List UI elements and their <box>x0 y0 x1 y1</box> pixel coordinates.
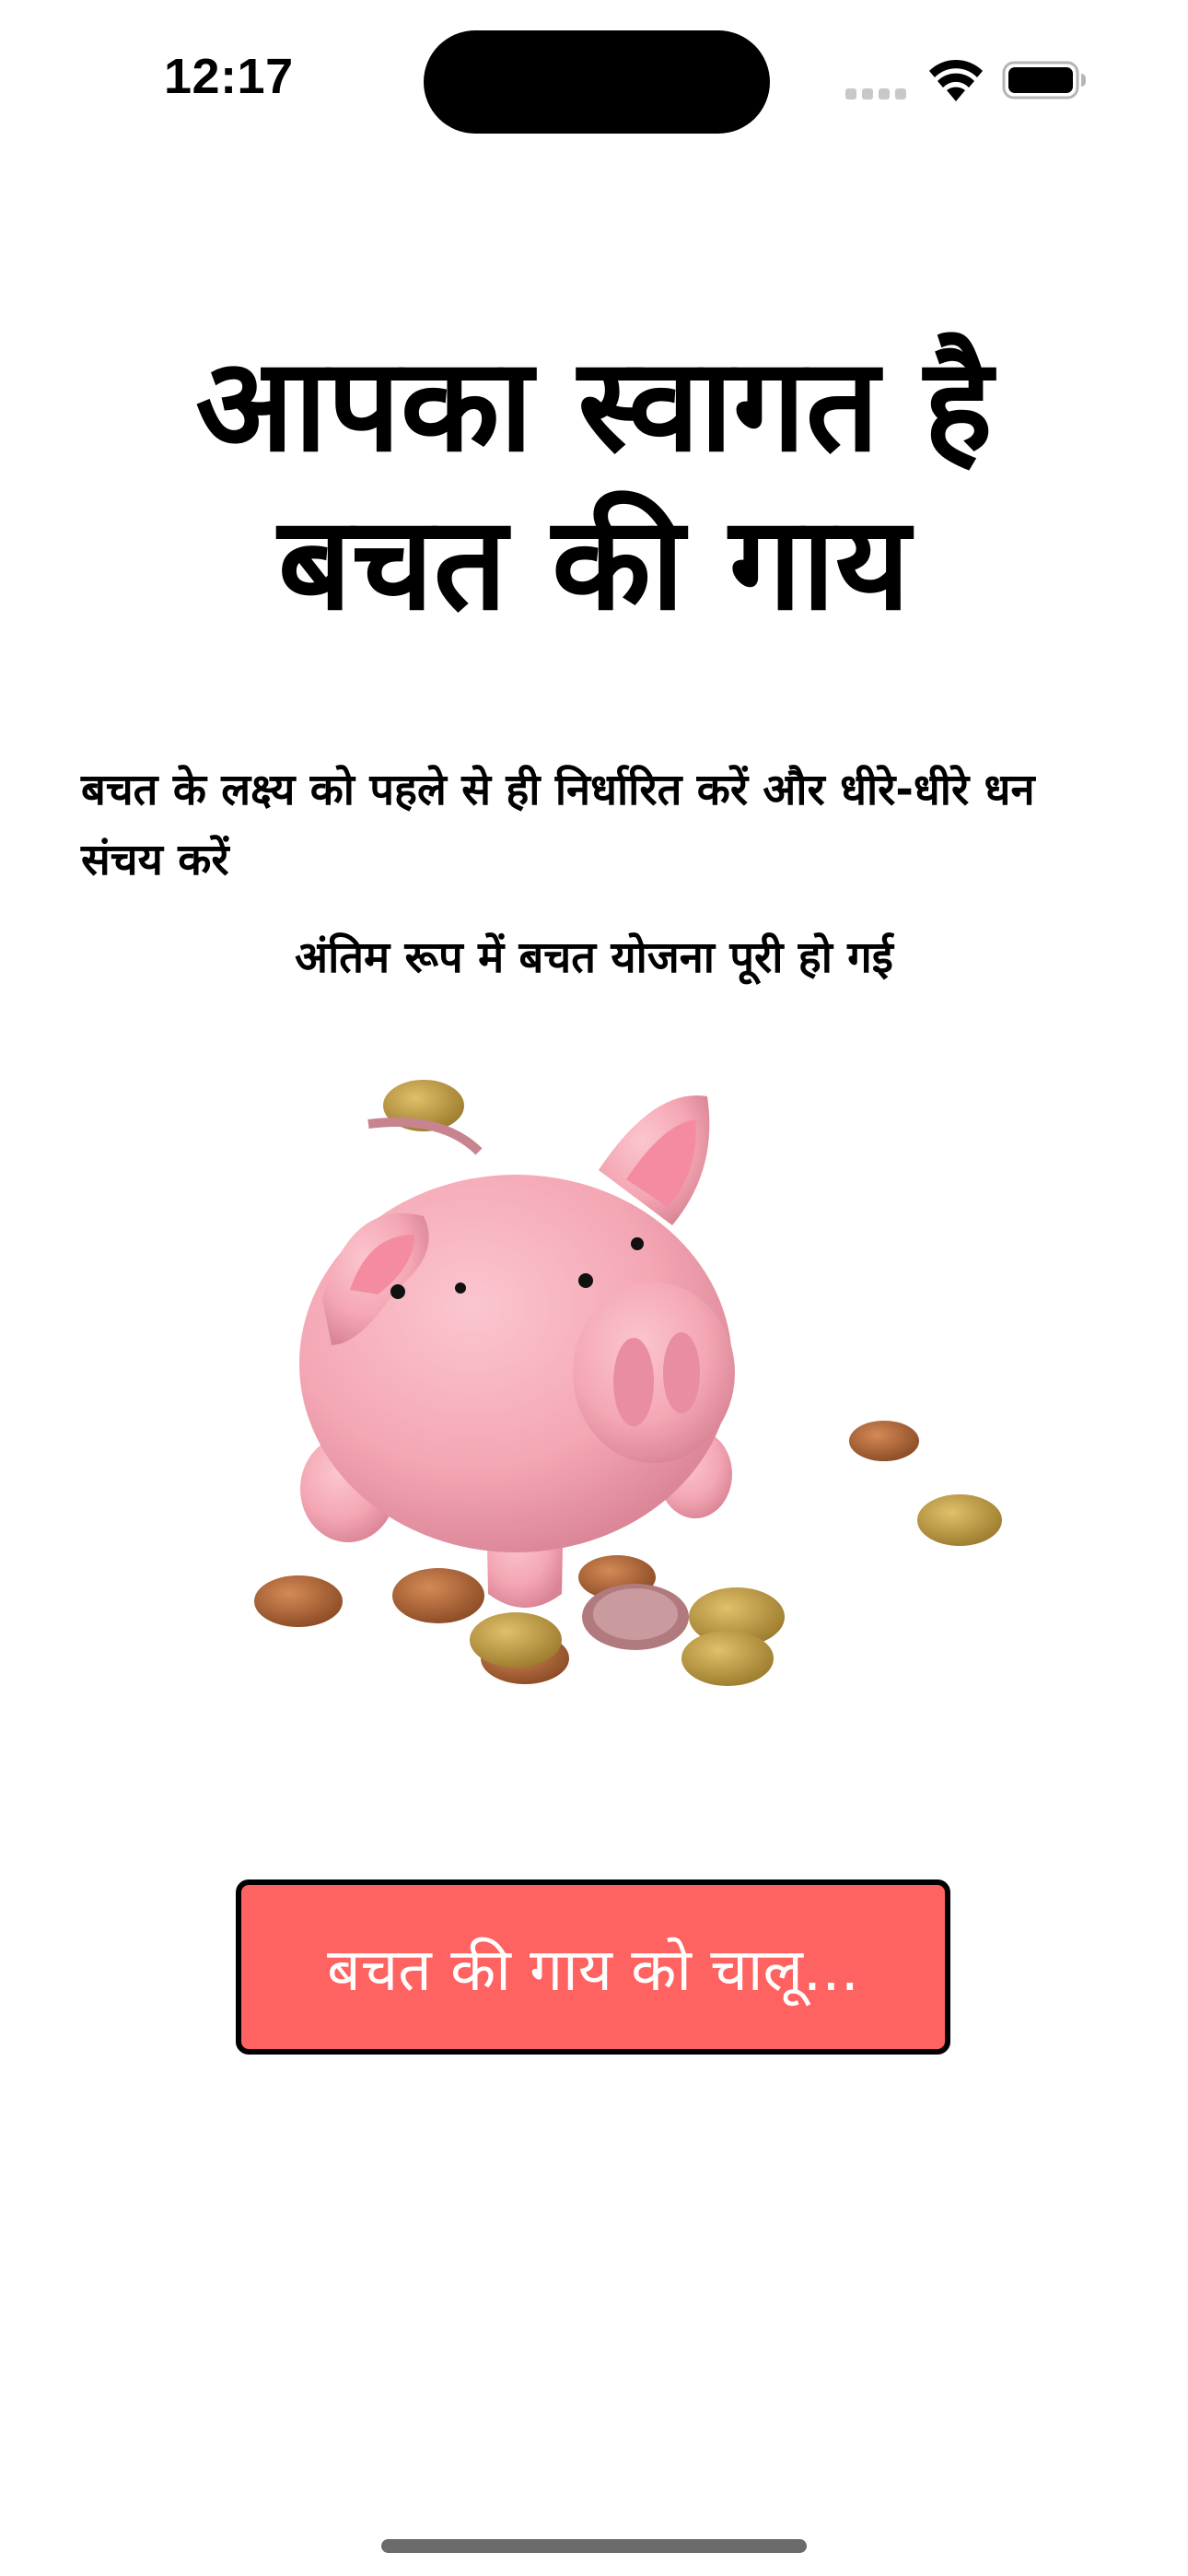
home-indicator[interactable] <box>381 2539 807 2553</box>
piggy-bank-with-coins-icon <box>254 1080 1002 1686</box>
welcome-title: आपका स्वागत है बचत की गाय <box>92 327 1096 644</box>
start-savings-button[interactable]: बचत की गाय को चालू... <box>236 1879 950 2055</box>
welcome-title-line1: आपका स्वागत है <box>195 331 993 481</box>
wifi-icon <box>929 59 983 101</box>
welcome-subnote: अंतिम रूप में बचत योजना पूरी हो गई <box>295 932 893 983</box>
welcome-title-line2: बचत की गाय <box>277 489 911 639</box>
dynamic-island <box>424 30 770 134</box>
battery-full-icon <box>1002 61 1086 100</box>
status-bar: 12:17 <box>0 0 1188 147</box>
cellular-signal-icon <box>845 88 906 100</box>
status-time: 12:17 <box>164 49 294 104</box>
start-savings-button-label: बचत की गाय को चालू... <box>327 1936 859 2005</box>
welcome-description: बचत के लक्ष्य को पहले से ही निर्धारित कर… <box>81 765 1035 885</box>
